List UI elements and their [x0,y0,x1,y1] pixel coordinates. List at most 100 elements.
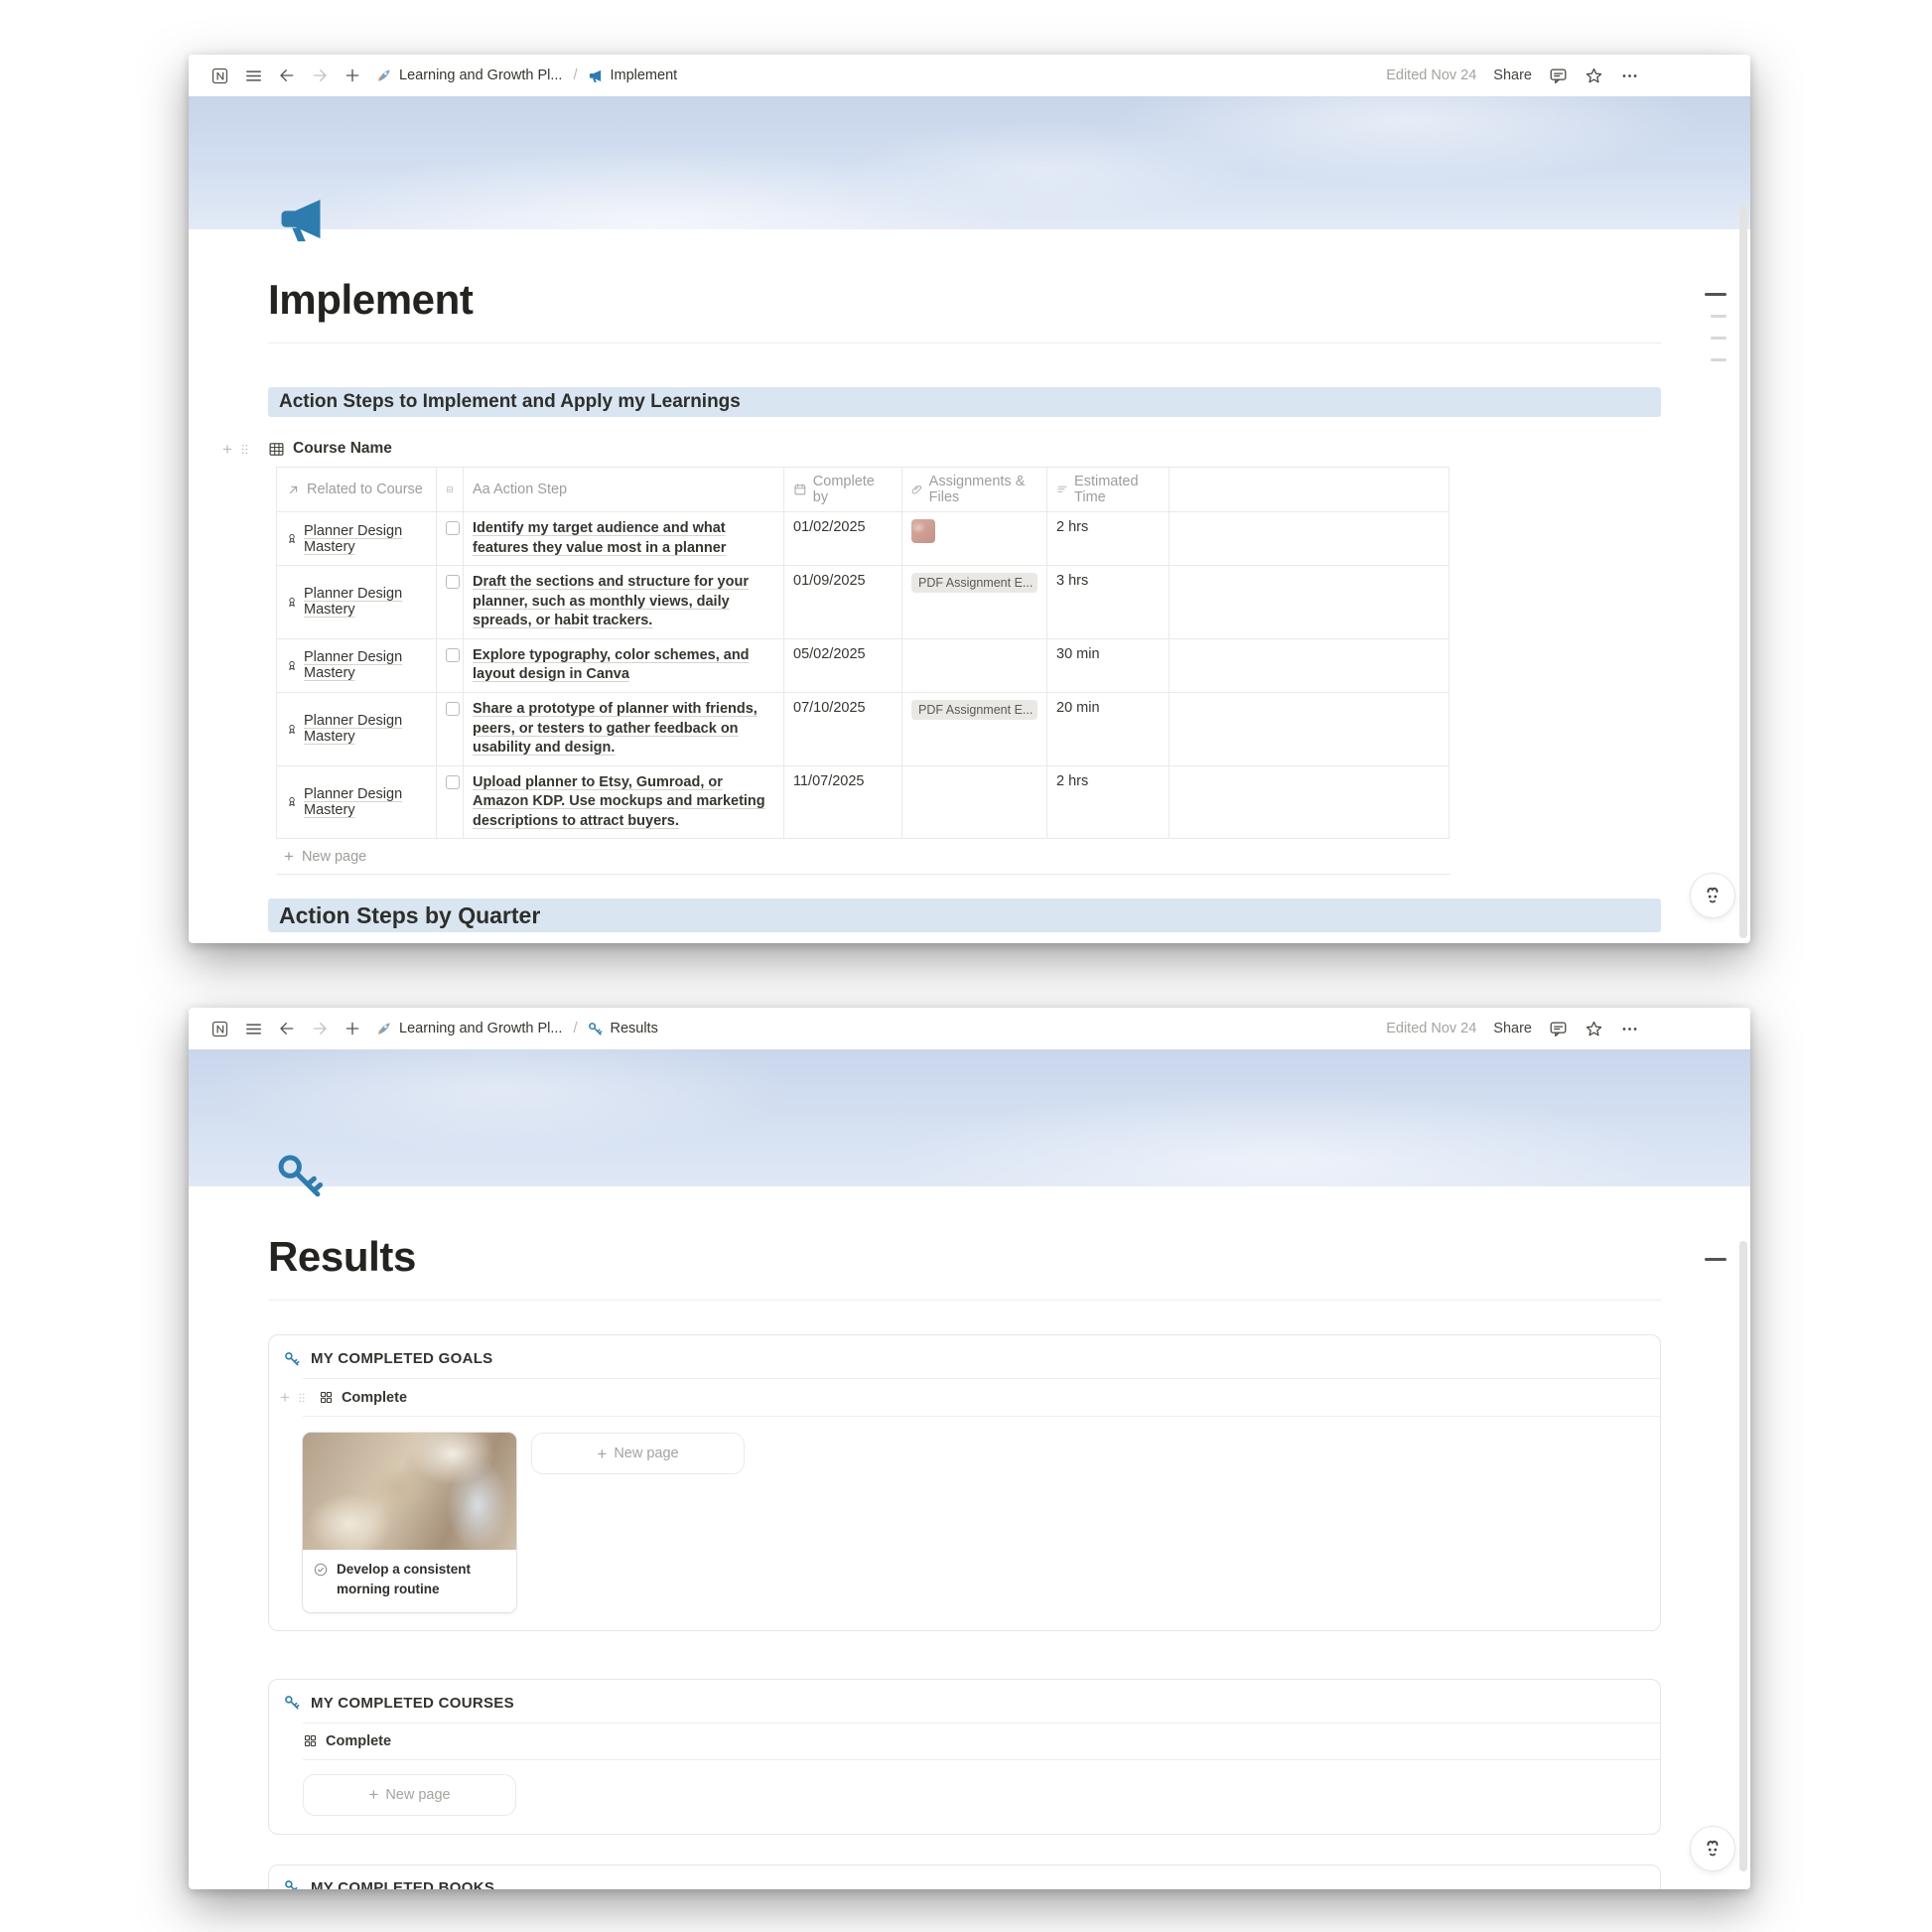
add-block-icon[interactable]: + [280,1389,290,1406]
empty-cell[interactable] [1169,512,1449,565]
table-new-page-button[interactable]: + New page [276,839,1449,875]
drag-handle-icon[interactable] [295,1391,309,1405]
page-title[interactable]: Implement [268,275,1661,325]
forward-icon[interactable] [311,67,329,84]
complete-by-cell[interactable]: 05/02/2025 [783,639,901,692]
gallery-new-page-button[interactable]: + New page [531,1433,745,1474]
back-icon[interactable] [278,67,296,84]
action-step-cell[interactable]: Explore typography, color schemes, and l… [463,639,783,692]
page-icon-key[interactable] [275,1152,325,1201]
new-page-icon[interactable] [344,67,361,84]
page-cover-image[interactable] [189,1049,1750,1186]
gallery-view-label[interactable]: Complete [342,1390,407,1406]
gallery-view-label[interactable]: Complete [326,1733,391,1749]
toc-dash[interactable] [1711,337,1726,340]
more-options-icon[interactable] [1620,67,1639,85]
estimated-time-cell[interactable]: 30 min [1046,639,1169,692]
breadcrumb-root[interactable]: Learning and Growth Pl... [399,68,562,83]
table-row[interactable]: Planner Design Mastery Identify my targe… [276,512,1449,566]
checkbox[interactable] [446,575,460,589]
vertical-scrollbar[interactable] [1739,1241,1747,1871]
column-complete-by[interactable]: Complete by [783,468,901,511]
toc-dash[interactable] [1711,358,1726,361]
share-button[interactable]: Share [1493,68,1532,83]
attachment-image-thumbnail[interactable] [911,519,935,543]
completed-books-heading[interactable]: MY COMPLETED BOOKS [269,1865,1660,1890]
section-heading-quarters[interactable]: Action Steps by Quarter [268,898,1661,932]
related-course-cell[interactable]: Planner Design Mastery [276,566,436,638]
vertical-scrollbar[interactable] [1739,204,1747,938]
page-icon-megaphone[interactable] [275,194,327,245]
checkbox-cell[interactable] [436,566,463,638]
table-row[interactable]: Planner Design Mastery Upload planner to… [276,766,1449,840]
notion-logo-icon[interactable] [210,1020,229,1038]
empty-cell[interactable] [1169,639,1449,692]
sidebar-menu-icon[interactable] [244,67,263,85]
table-of-contents-indicator[interactable] [1705,293,1726,361]
forward-icon[interactable] [311,1020,329,1037]
estimated-time-cell[interactable]: 2 hrs [1046,512,1169,565]
action-step-cell[interactable]: Share a prototype of planner with friend… [463,693,783,765]
checkbox-cell[interactable] [436,639,463,692]
block-controls[interactable]: + [222,441,252,458]
assignment-cell[interactable] [901,512,1046,565]
notion-ai-button[interactable] [1691,1827,1734,1870]
checkbox[interactable] [446,775,460,789]
column-empty[interactable] [1169,468,1449,511]
breadcrumb-root[interactable]: Learning and Growth Pl... [399,1021,562,1036]
more-options-icon[interactable] [1620,1020,1639,1038]
goal-card[interactable]: Develop a consistent morning routine [303,1433,516,1612]
completed-goals-heading[interactable]: MY COMPLETED GOALS [269,1335,1660,1378]
table-of-contents-indicator[interactable] [1705,1258,1726,1261]
page-title[interactable]: Results [268,1232,1661,1282]
related-course-cell[interactable]: Planner Design Mastery [276,639,436,692]
column-assignments-files[interactable]: Assignments & Files [901,468,1046,511]
column-estimated-time[interactable]: Estimated Time [1046,468,1169,511]
drag-handle-icon[interactable] [237,442,252,457]
action-step-cell[interactable]: Identify my target audience and what fea… [463,512,783,565]
checkbox-cell[interactable] [436,693,463,765]
estimated-time-cell[interactable]: 3 hrs [1046,566,1169,638]
checkbox-cell[interactable] [436,512,463,565]
gallery-new-page-button[interactable]: + New page [303,1774,516,1816]
assignment-cell[interactable]: PDF Assignment E... [901,566,1046,638]
column-action-step[interactable]: Aa Action Step [463,468,783,511]
notion-ai-button[interactable] [1691,874,1734,917]
empty-cell[interactable] [1169,566,1449,638]
favorite-star-icon[interactable] [1585,67,1603,85]
toc-dash[interactable] [1711,315,1726,318]
section-heading-action-steps[interactable]: Action Steps to Implement and Apply my L… [268,387,1661,417]
empty-cell[interactable] [1169,693,1449,765]
table-row[interactable]: Planner Design Mastery Share a prototype… [276,693,1449,766]
checkbox[interactable] [446,702,460,716]
block-controls[interactable]: + [280,1389,309,1406]
estimated-time-cell[interactable]: 20 min [1046,693,1169,765]
toc-dash[interactable] [1705,1258,1726,1261]
complete-by-cell[interactable]: 07/10/2025 [783,693,901,765]
related-course-cell[interactable]: Planner Design Mastery [276,512,436,565]
pdf-attachment-chip[interactable]: PDF Assignment E... [911,700,1037,720]
assignment-cell[interactable]: PDF Assignment E... [901,693,1046,765]
comments-icon[interactable] [1549,1020,1568,1038]
table-view-label[interactable]: Course Name [293,440,392,458]
checkbox[interactable] [446,648,460,662]
complete-by-cell[interactable]: 11/07/2025 [783,766,901,839]
checkbox[interactable] [446,521,460,535]
related-course-cell[interactable]: Planner Design Mastery [276,766,436,839]
completed-courses-heading[interactable]: MY COMPLETED COURSES [269,1680,1660,1723]
sidebar-menu-icon[interactable] [244,1020,263,1038]
assignment-cell[interactable] [901,639,1046,692]
comments-icon[interactable] [1549,67,1568,85]
share-button[interactable]: Share [1493,1021,1532,1036]
estimated-time-cell[interactable]: 2 hrs [1046,766,1169,839]
table-row[interactable]: Planner Design Mastery Explore typograph… [276,639,1449,693]
breadcrumb-page[interactable]: Implement [610,68,677,83]
complete-by-cell[interactable]: 01/09/2025 [783,566,901,638]
favorite-star-icon[interactable] [1585,1020,1603,1038]
page-cover-image[interactable] [189,96,1750,229]
related-course-cell[interactable]: Planner Design Mastery [276,693,436,765]
toc-dash[interactable] [1705,293,1726,296]
checkbox-cell[interactable] [436,766,463,839]
pdf-attachment-chip[interactable]: PDF Assignment E... [911,573,1037,593]
column-related-to-course[interactable]: Related to Course [276,468,436,511]
